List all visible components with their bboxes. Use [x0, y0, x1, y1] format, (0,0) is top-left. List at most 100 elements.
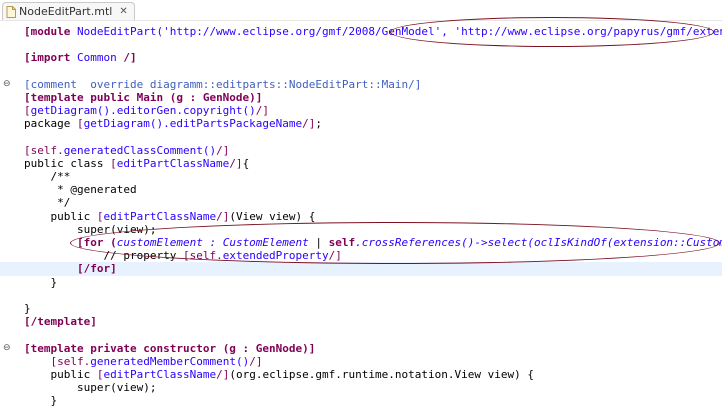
code-token: // property	[24, 249, 183, 263]
code-token: [import	[24, 51, 77, 65]
code-line[interactable]: public class [editPartClassName/]{	[0, 157, 722, 170]
code-line[interactable]: public [editPartClassName/](View view) {	[0, 210, 722, 223]
code-token: editPartClassName	[103, 367, 217, 381]
code-token: public	[24, 367, 97, 381]
code-token: }	[24, 394, 58, 406]
code-token: [	[24, 104, 31, 118]
code-editor[interactable]: NodeEditPart.mtl ✕ [module NodeEditPart(…	[0, 0, 722, 406]
code-token: public class	[24, 156, 111, 170]
code-line[interactable]: // property [self.extendedProperty/]	[0, 249, 722, 262]
code-line[interactable]: }	[0, 302, 722, 315]
code-line[interactable]: [self.generatedClassComment()/]	[0, 144, 722, 157]
code-line[interactable]: [getDiagram().editorGen.copyright()/]	[0, 104, 722, 117]
code-token: /]	[216, 209, 230, 223]
code-line[interactable]: }	[0, 394, 722, 406]
code-token: /]	[328, 249, 342, 263]
code-token: [for (	[76, 236, 117, 249]
code-token: [self.	[24, 143, 64, 157]
code-token: [	[76, 117, 84, 131]
code-token: http://www.eclipse.org/gmf/2008/GenModel	[169, 25, 435, 38]
close-icon[interactable]: ✕	[119, 6, 127, 17]
code-area[interactable]: [module NodeEditPart('http://www.eclipse…	[0, 25, 722, 406]
code-token: [self.	[50, 354, 91, 368]
code-token: * @generated	[24, 183, 137, 197]
code-token: [template private	[24, 341, 144, 355]
code-token: getDiagram().editorGen.copyright()	[30, 104, 256, 118]
code-token: self	[328, 236, 356, 249]
code-token: editPartClassName	[116, 156, 230, 170]
code-token: (org.eclipse.gmf.runtime.notation.View v…	[229, 367, 534, 381]
code-token: /]	[255, 104, 270, 118]
code-token: /]	[302, 117, 316, 131]
code-line[interactable]	[0, 65, 722, 78]
code-token: Common	[76, 51, 117, 65]
code-token: public	[24, 209, 97, 223]
editor-tab-bar: NodeEditPart.mtl ✕	[0, 0, 722, 21]
code-token: ;	[315, 117, 323, 131]
code-line[interactable]: [template public Main (g : GenNode)]	[0, 91, 722, 104]
code-line[interactable]: * @generated	[0, 183, 722, 196]
code-token: {	[242, 156, 250, 170]
code-token: [comment override diagramm::editparts::N…	[24, 77, 422, 91]
code-token: [	[110, 156, 117, 170]
code-token: extendedProperty	[222, 249, 329, 263]
code-token: [module	[24, 25, 77, 38]
code-token: /]	[216, 143, 230, 157]
code-line[interactable]: /**	[0, 170, 722, 183]
code-token: oclIsKindOf(extension::CustomElement)	[533, 236, 722, 249]
code-line[interactable]: package [getDiagram().editPartsPackageNa…	[0, 117, 722, 130]
code-token: [/template]	[24, 315, 97, 329]
code-line[interactable]: super(view);	[0, 381, 722, 394]
code-line[interactable]: [/for]	[0, 262, 722, 276]
code-token: .crossReferences()->select(	[355, 236, 534, 249]
code-token: customElement : CustomElement	[116, 236, 309, 249]
code-line[interactable]: */	[0, 196, 722, 209]
code-token: /**	[24, 170, 71, 184]
code-token: }	[24, 301, 31, 315]
code-token: /]	[216, 367, 230, 381]
tab-title: NodeEditPart.mtl	[19, 5, 113, 18]
code-token: |	[308, 236, 329, 249]
code-token: constructor (g : GenNode)]	[143, 341, 316, 355]
code-token: }	[24, 275, 58, 289]
code-line[interactable]	[0, 38, 722, 51]
code-token: NodeEditPart('	[76, 25, 170, 38]
code-line[interactable]: [import Common /]	[0, 51, 722, 64]
code-line[interactable]: ⊖ [template private constructor (g : GenN…	[0, 342, 722, 355]
code-line[interactable]	[0, 289, 722, 302]
code-line[interactable]: [self.generatedMemberComment()/]	[0, 355, 722, 368]
editor-tab[interactable]: NodeEditPart.mtl ✕	[2, 2, 135, 20]
code-token: editPartClassName	[103, 209, 217, 223]
code-token: [self.	[182, 249, 223, 263]
code-line[interactable]: [/template]	[0, 315, 722, 328]
code-line[interactable]: [module NodeEditPart('http://www.eclipse…	[0, 25, 722, 38]
code-line[interactable]	[0, 328, 722, 341]
code-token: [template public	[24, 90, 137, 104]
code-line[interactable]: super(view);	[0, 223, 722, 236]
mtl-file-icon	[6, 5, 16, 18]
code-token: getDiagram().editPartsPackageName	[83, 117, 303, 131]
code-token: */	[24, 196, 71, 210]
code-token: generatedMemberComment()	[90, 354, 250, 368]
code-line[interactable]: }	[0, 276, 722, 289]
code-line[interactable]: ⊖ [comment override diagramm::editparts::…	[0, 78, 722, 91]
code-token: generatedClassComment()	[63, 143, 217, 157]
code-token: Main (g : GenNode)]	[136, 90, 263, 104]
fold-toggle-icon[interactable]: ⊖	[3, 78, 11, 91]
code-line[interactable]: [for (customElement : CustomElement | se…	[0, 236, 722, 249]
code-token: ', '	[434, 25, 462, 38]
code-line[interactable]	[0, 131, 722, 144]
code-token: /]	[249, 354, 263, 368]
code-token: http://www.eclipse.org/papyrus/gmf/exten…	[461, 25, 722, 38]
code-token: (View view) {	[229, 209, 316, 223]
code-token: package	[24, 117, 77, 131]
code-token: /]	[229, 156, 243, 170]
code-token: [/for]	[76, 262, 117, 276]
code-line[interactable]: public [editPartClassName/](org.eclipse.…	[0, 368, 722, 381]
code-token: /]	[116, 51, 137, 65]
fold-toggle-icon[interactable]: ⊖	[3, 342, 11, 355]
code-token: super(view);	[24, 381, 157, 395]
